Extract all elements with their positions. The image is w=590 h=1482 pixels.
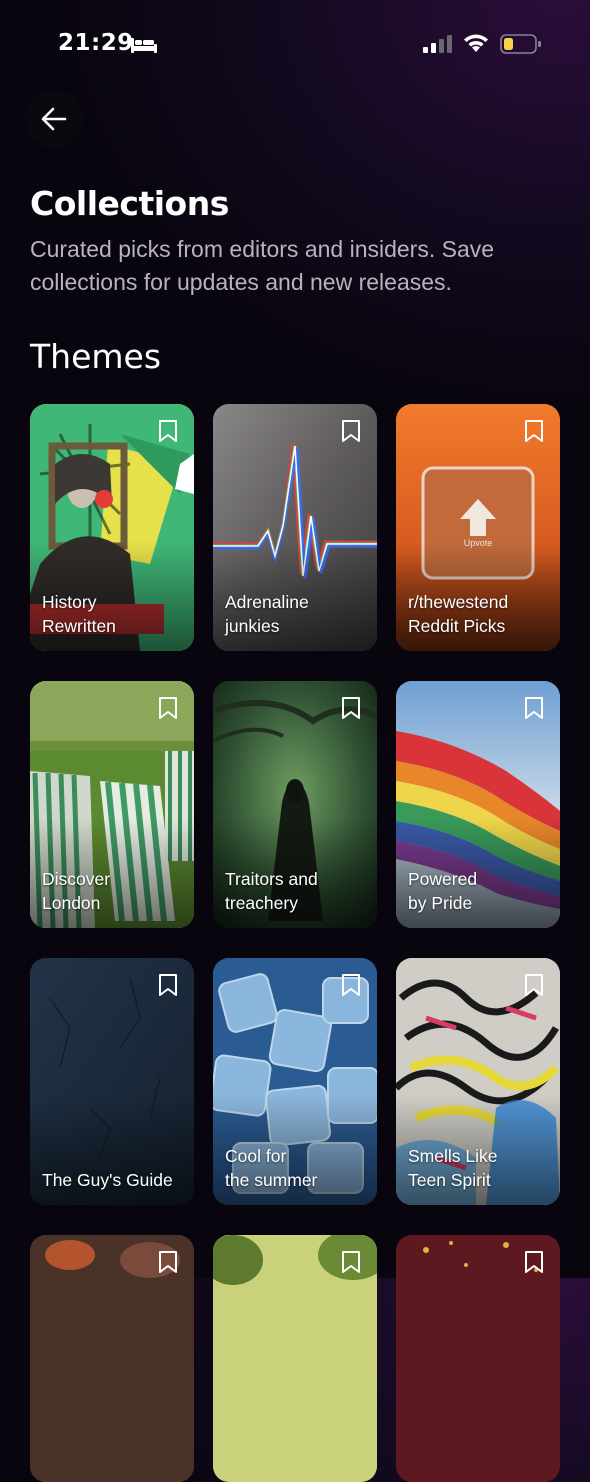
card-label: Smells Like Teen Spirit [408, 1146, 498, 1190]
collection-card-the-guys-guide[interactable]: The Guy's Guide [30, 958, 194, 1205]
collection-card-cool-for-the-summer[interactable]: Cool for the summer [213, 958, 377, 1205]
bookmark-icon[interactable] [524, 696, 544, 720]
collection-card-smells-like-teen-spirit[interactable]: Smells Like Teen Spirit [396, 958, 560, 1205]
page-subtitle: Curated picks from editors and insiders.… [30, 236, 495, 295]
bookmark-icon[interactable] [341, 696, 361, 720]
bookmark-icon[interactable] [524, 1250, 544, 1274]
collection-card-powered-by-pride[interactable]: Powered by Pride [396, 681, 560, 928]
collection-card-thewestend-reddit-picks[interactable]: Upvote r/thewestend Reddit Picks [396, 404, 560, 651]
status-time: 21:29 [58, 30, 134, 56]
bookmark-icon[interactable] [158, 419, 178, 443]
collection-card-traitors-and-treachery[interactable]: Traitors and treachery [213, 681, 377, 928]
bed-icon [131, 38, 157, 53]
bookmark-icon[interactable] [341, 973, 361, 997]
bookmark-icon[interactable] [524, 973, 544, 997]
collection-card-partial-1[interactable] [30, 1235, 194, 1482]
bookmark-icon[interactable] [341, 1250, 361, 1274]
bookmark-icon[interactable] [158, 973, 178, 997]
arrow-left-icon [41, 107, 67, 131]
battery-low-icon [500, 34, 541, 54]
card-label: Powered by Pride [408, 869, 478, 913]
cellular-signal-icon [423, 35, 452, 53]
back-button[interactable] [25, 90, 83, 148]
bookmark-icon[interactable] [524, 419, 544, 443]
collection-card-partial-3[interactable] [396, 1235, 560, 1482]
collection-card-discover-london[interactable]: Discover London [30, 681, 194, 928]
card-label: Cool for the summer [225, 1146, 318, 1190]
bookmark-icon[interactable] [158, 1250, 178, 1274]
wifi-icon [464, 34, 488, 52]
bookmark-icon[interactable] [341, 419, 361, 443]
card-label: r/thewestend Reddit Picks [408, 592, 509, 636]
card-label: Traitors and treachery [225, 869, 318, 913]
card-label: The Guy's Guide [42, 1169, 173, 1190]
card-label: Discover London [42, 869, 111, 913]
page-title: Collections [30, 184, 229, 223]
collection-card-adrenaline-junkies[interactable]: Adrenaline junkies [213, 404, 377, 651]
collection-card-partial-2[interactable] [213, 1235, 377, 1482]
status-bar: 21:29 [0, 28, 590, 62]
section-heading-themes: Themes [30, 337, 162, 376]
bookmark-icon[interactable] [158, 696, 178, 720]
card-label: History Rewritten [42, 592, 116, 636]
card-label: Adrenaline junkies [225, 592, 309, 636]
collection-card-history-rewritten[interactable]: History Rewritten [30, 404, 194, 651]
